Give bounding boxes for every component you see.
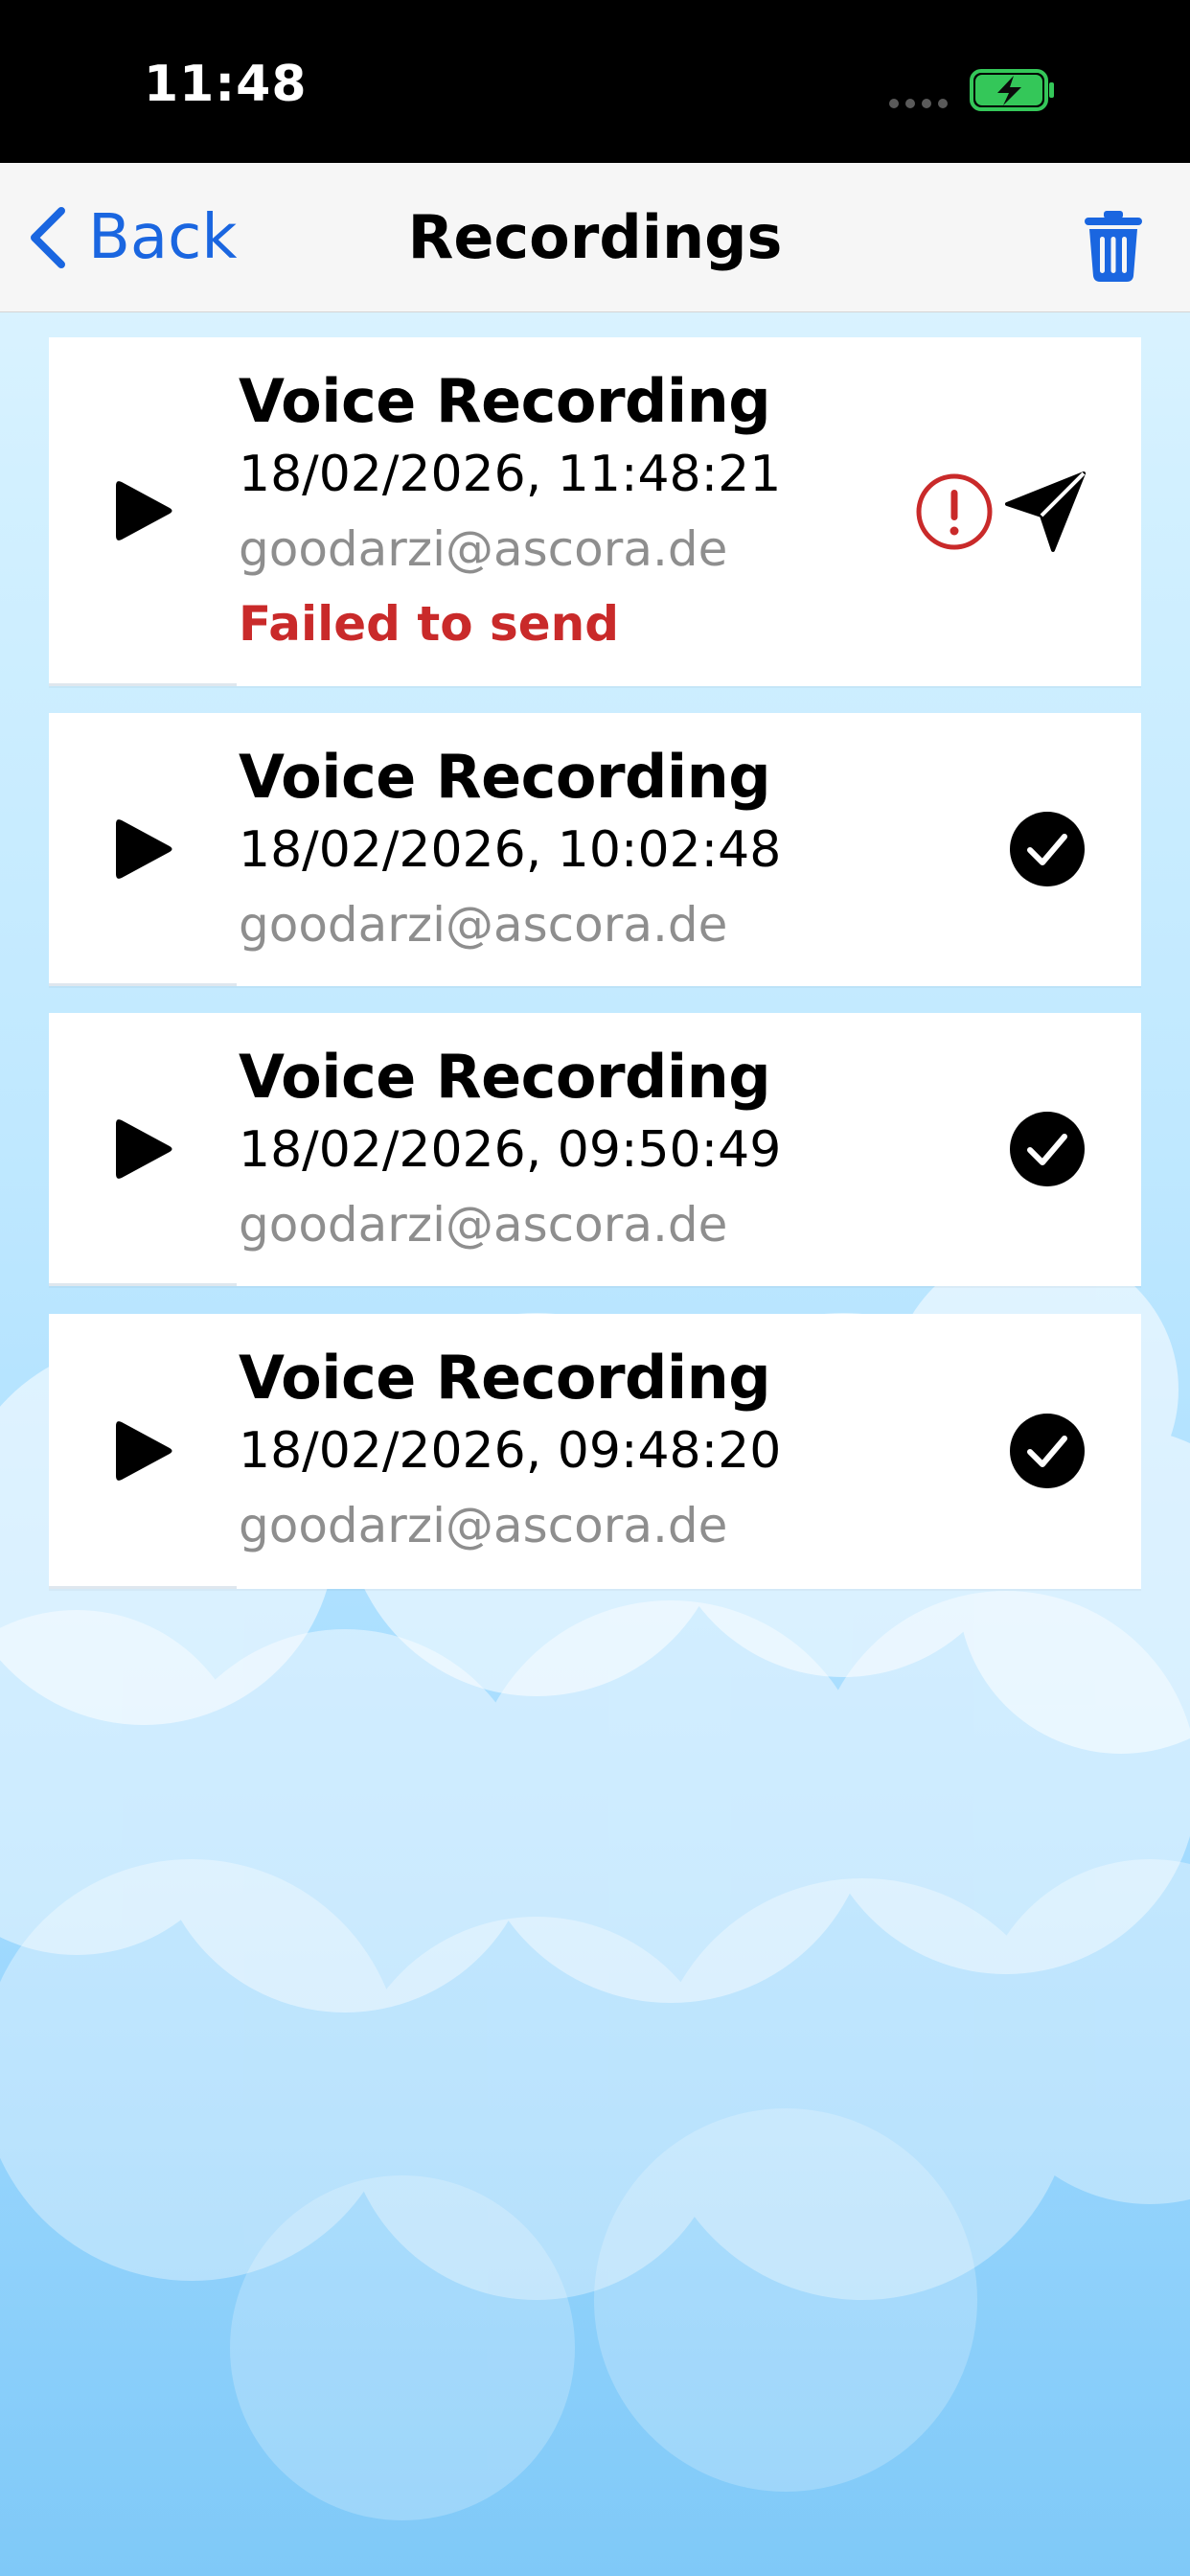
recording-card[interactable]: Voice Recording 18/02/2026, 11:48:21 goo… <box>49 337 1141 686</box>
recording-info: Voice Recording 18/02/2026, 09:50:49 goo… <box>239 1042 781 1262</box>
trash-button[interactable] <box>1083 209 1144 288</box>
recording-info: Voice Recording 18/02/2026, 11:48:21 goo… <box>239 366 781 661</box>
recording-date: 18/02/2026, 10:02:48 <box>239 821 782 879</box>
play-button[interactable] <box>112 1115 175 1188</box>
row-separator <box>49 683 237 686</box>
recording-card[interactable]: Voice Recording 18/02/2026, 09:48:20 goo… <box>49 1314 1141 1589</box>
recording-info: Voice Recording 18/02/2026, 09:48:20 goo… <box>239 1343 781 1563</box>
status-bar: 11:48 <box>0 0 1190 163</box>
recording-title: Voice Recording <box>239 366 771 436</box>
recording-email: goodarzi@ascora.de <box>239 897 728 953</box>
send-button[interactable] <box>1003 468 1091 561</box>
play-icon <box>116 1119 172 1179</box>
recording-email: goodarzi@ascora.de <box>239 521 728 577</box>
play-icon <box>116 819 172 879</box>
play-button[interactable] <box>112 476 175 550</box>
recording-email: goodarzi@ascora.de <box>239 1197 728 1253</box>
paper-plane-icon <box>1005 472 1086 552</box>
recording-info: Voice Recording 18/02/2026, 10:02:48 goo… <box>239 742 781 962</box>
recording-card[interactable]: Voice Recording 18/02/2026, 09:50:49 goo… <box>49 1013 1141 1286</box>
chevron-left-icon <box>31 206 65 268</box>
status-time: 11:48 <box>144 56 308 113</box>
recording-date: 18/02/2026, 09:50:49 <box>239 1121 782 1179</box>
recording-email: goodarzi@ascora.de <box>239 1498 728 1553</box>
navigation-bar: Recordings Back <box>0 163 1190 312</box>
exclamation-circle-icon <box>915 472 994 556</box>
row-separator <box>49 1283 237 1286</box>
battery-charging-icon <box>970 69 1056 116</box>
checkmark-circle-icon <box>1009 1413 1086 1494</box>
play-icon <box>116 481 172 540</box>
row-separator <box>49 983 237 986</box>
recording-title: Voice Recording <box>239 742 771 812</box>
trash-icon <box>1085 211 1142 282</box>
play-icon <box>116 1421 172 1481</box>
back-button[interactable]: Back <box>27 163 237 311</box>
recording-date: 18/02/2026, 09:48:20 <box>239 1422 782 1480</box>
back-label: Back <box>88 201 238 273</box>
checkmark-circle-icon <box>1009 811 1086 892</box>
error-message: Failed to send <box>239 596 620 652</box>
recording-card[interactable]: Voice Recording 18/02/2026, 10:02:48 goo… <box>49 713 1141 986</box>
recording-date: 18/02/2026, 11:48:21 <box>239 446 782 503</box>
recording-title: Voice Recording <box>239 1343 771 1413</box>
row-separator <box>49 1586 237 1589</box>
play-button[interactable] <box>112 815 175 888</box>
recording-title: Voice Recording <box>239 1042 771 1112</box>
play-button[interactable] <box>112 1416 175 1490</box>
signal-icon <box>889 96 954 113</box>
checkmark-circle-icon <box>1009 1111 1086 1192</box>
